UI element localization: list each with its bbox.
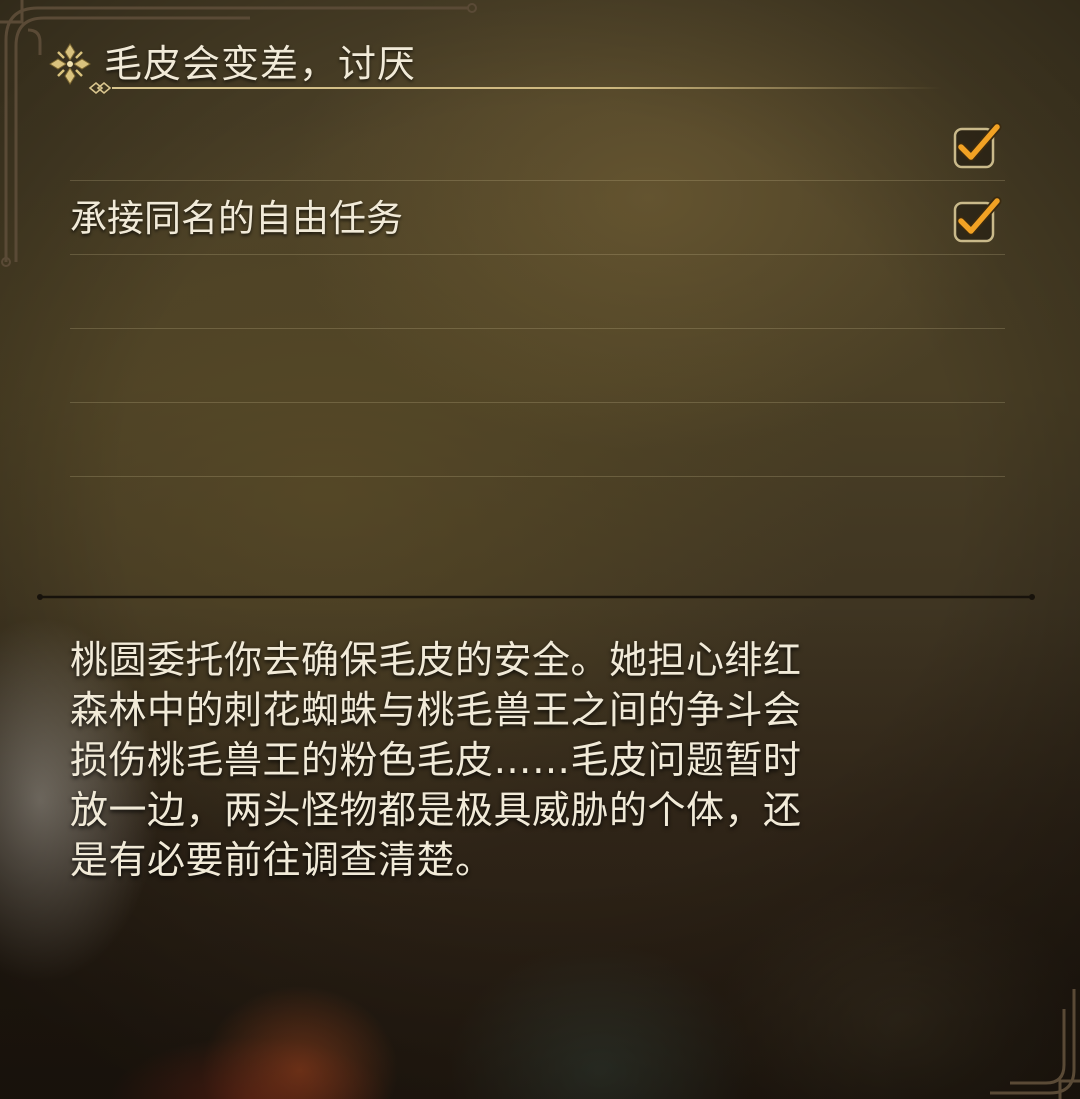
objective-row: 承接同名的自由任务 [70,181,1005,255]
description-line: 损伤桃毛兽王的粉色毛皮……毛皮问题暂时 [70,738,802,782]
quest-header: 毛皮会变差，讨厌 [44,36,944,96]
checkmark-icon [953,196,1002,243]
objective-row-empty [70,403,1005,477]
description-line: 森林中的刺花蜘蛛与桃毛兽王之间的争斗会 [70,688,802,732]
corner-ornament-bottom-right [990,989,1080,1099]
description-line: 桃圆委托你去确保毛皮的安全。她担心绯红 [70,638,802,682]
quest-title: 毛皮会变差，讨厌 [104,42,417,86]
checkmark-icon [953,122,1002,169]
objective-row [70,107,1005,181]
header-rule [112,87,942,89]
objective-label: 承接同名的自由任务 [70,197,403,240]
quest-detail-panel: 毛皮会变差，讨厌 承接同名的自由任务 桃圆委托你去确保毛皮的安全。她担心绯红 森… [0,0,1080,1099]
section-divider [37,594,1035,600]
objective-row-empty [70,255,1005,329]
quest-description: 桃圆委托你去确保毛皮的安全。她担心绯红 森林中的刺花蜘蛛与桃毛兽王之间的争斗会 … [70,636,910,886]
description-line: 放一边，两头怪物都是极具威胁的个体，还 [70,788,802,832]
objective-row-empty [70,329,1005,403]
objective-list: 承接同名的自由任务 [70,107,1005,477]
description-line: 是有必要前往调查清楚。 [70,838,494,882]
rule-ornament-icon [88,81,112,95]
